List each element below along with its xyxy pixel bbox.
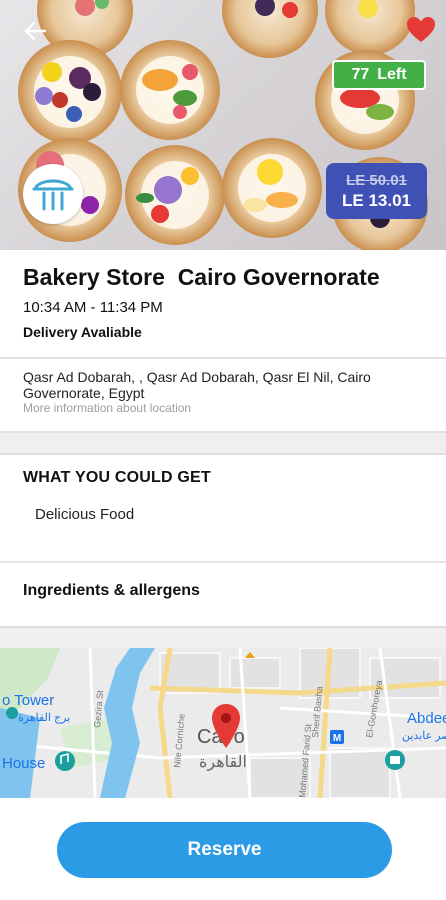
what-you-get-section: WHAT YOU COULD GET Delicious Food — [0, 455, 446, 561]
map-label-cairo-tower: o Tower — [2, 692, 55, 709]
svg-text:M: M — [333, 733, 341, 744]
original-price: LE 50.01 — [346, 172, 407, 189]
discounted-price: LE 13.01 — [342, 191, 411, 210]
arrow-left-icon — [24, 21, 46, 41]
items-left-count: 77 — [351, 66, 370, 83]
address-section[interactable]: Qasr Ad Dobarah, , Qasr Ad Dobarah, Qasr… — [0, 359, 446, 431]
what-you-get-item: Delicious Food — [35, 506, 135, 523]
pickup-hours: 10:34 AM - 11:34 PM — [23, 299, 163, 316]
back-button[interactable] — [18, 14, 52, 48]
map-label-abdeen-palace: Abdeen P — [407, 710, 446, 727]
location-map[interactable]: M Gezira St Nile Corniche Sherif Basha E… — [0, 648, 446, 798]
bottom-action-bar: Reserve — [0, 798, 446, 900]
ingredients-allergens-row[interactable]: Ingredients & allergens — [0, 563, 446, 626]
map-label-abdeen-palace-arabic: قصر عابدين — [402, 730, 446, 742]
heart-icon — [407, 16, 435, 42]
map-label-cairo-tower-arabic: برج القاهرة — [18, 712, 71, 724]
map-label-cairo-arabic: القاهرة — [199, 754, 247, 771]
section-spacer — [0, 626, 446, 648]
delivery-status: Delivery Avaliable — [23, 324, 142, 340]
favorite-button[interactable] — [404, 12, 438, 46]
reserve-button[interactable]: Reserve — [57, 822, 392, 878]
location-pin-icon[interactable] — [210, 703, 242, 749]
items-left-badge: 77 Left — [332, 60, 426, 90]
store-name: Bakery Store Cairo Governorate — [23, 264, 380, 290]
map-label-house: House — [2, 755, 46, 772]
ingredients-allergens-label: Ingredients & allergens — [23, 582, 200, 599]
store-info: Bakery Store Cairo Governorate 10:34 AM … — [0, 250, 446, 357]
items-left-label: Left — [377, 66, 407, 83]
more-location-info-link[interactable]: More information about location — [23, 401, 423, 416]
store-logo — [23, 164, 83, 224]
store-hero-image: 77 Left LE 50.01 LE 13.01 — [0, 0, 446, 250]
bakery-logo-icon — [32, 179, 74, 211]
what-you-get-title: WHAT YOU COULD GET — [23, 469, 211, 486]
section-spacer — [0, 433, 446, 453]
address-text: Qasr Ad Dobarah, , Qasr Ad Dobarah, Qasr… — [23, 369, 371, 401]
price-badge: LE 50.01 LE 13.01 — [326, 163, 427, 219]
